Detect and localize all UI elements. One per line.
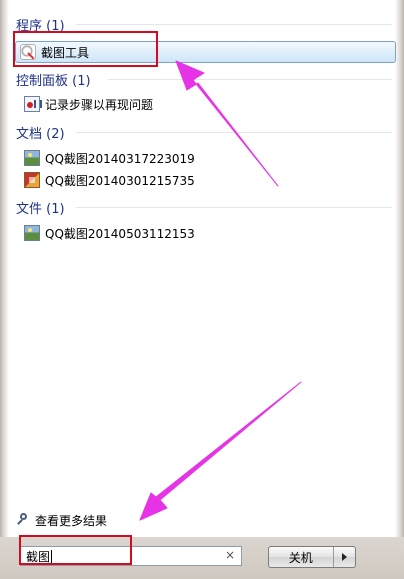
search-icon: [16, 513, 30, 527]
result-item-label: QQ截图20140317223019: [45, 151, 195, 166]
group-header-control-panel: 控制面板 (1): [16, 70, 91, 89]
group-header-label: 控制面板 (1): [16, 73, 91, 89]
annotation-highlight-box: [13, 31, 158, 67]
image-file-icon: [24, 225, 40, 241]
group-header-label: 文档 (2): [16, 126, 65, 142]
image-file-icon-alt: [24, 172, 40, 188]
result-item-label: QQ截图20140301215735: [45, 173, 195, 188]
group-divider: [108, 79, 392, 80]
see-more-label: 查看更多结果: [35, 513, 108, 528]
result-item-file[interactable]: QQ截图20140503112153: [24, 222, 394, 244]
result-item-label: QQ截图20140503112153: [45, 226, 195, 241]
result-item-document[interactable]: QQ截图20140301215735: [24, 169, 394, 191]
annotation-highlight-box: [19, 535, 132, 565]
clear-search-icon[interactable]: ×: [225, 548, 235, 562]
shutdown-label: 关机: [288, 550, 313, 565]
group-divider: [76, 207, 392, 208]
steps-recorder-icon: [24, 96, 42, 112]
result-item-document[interactable]: QQ截图20140317223019: [24, 147, 394, 169]
group-divider: [76, 24, 392, 25]
group-header-documents: 文档 (2): [16, 123, 65, 142]
result-item-steps-recorder[interactable]: 记录步骤以再现问题: [24, 93, 394, 115]
shutdown-button[interactable]: 关机: [268, 546, 356, 568]
group-header-label: 文件 (1): [16, 201, 65, 217]
shutdown-options-arrow-icon[interactable]: [334, 553, 356, 561]
result-item-label: 记录步骤以再现问题: [45, 97, 154, 112]
see-more-results-link[interactable]: 查看更多结果: [16, 510, 107, 530]
group-divider: [76, 132, 392, 133]
image-file-icon: [24, 150, 40, 166]
group-header-files: 文件 (1): [16, 198, 65, 217]
